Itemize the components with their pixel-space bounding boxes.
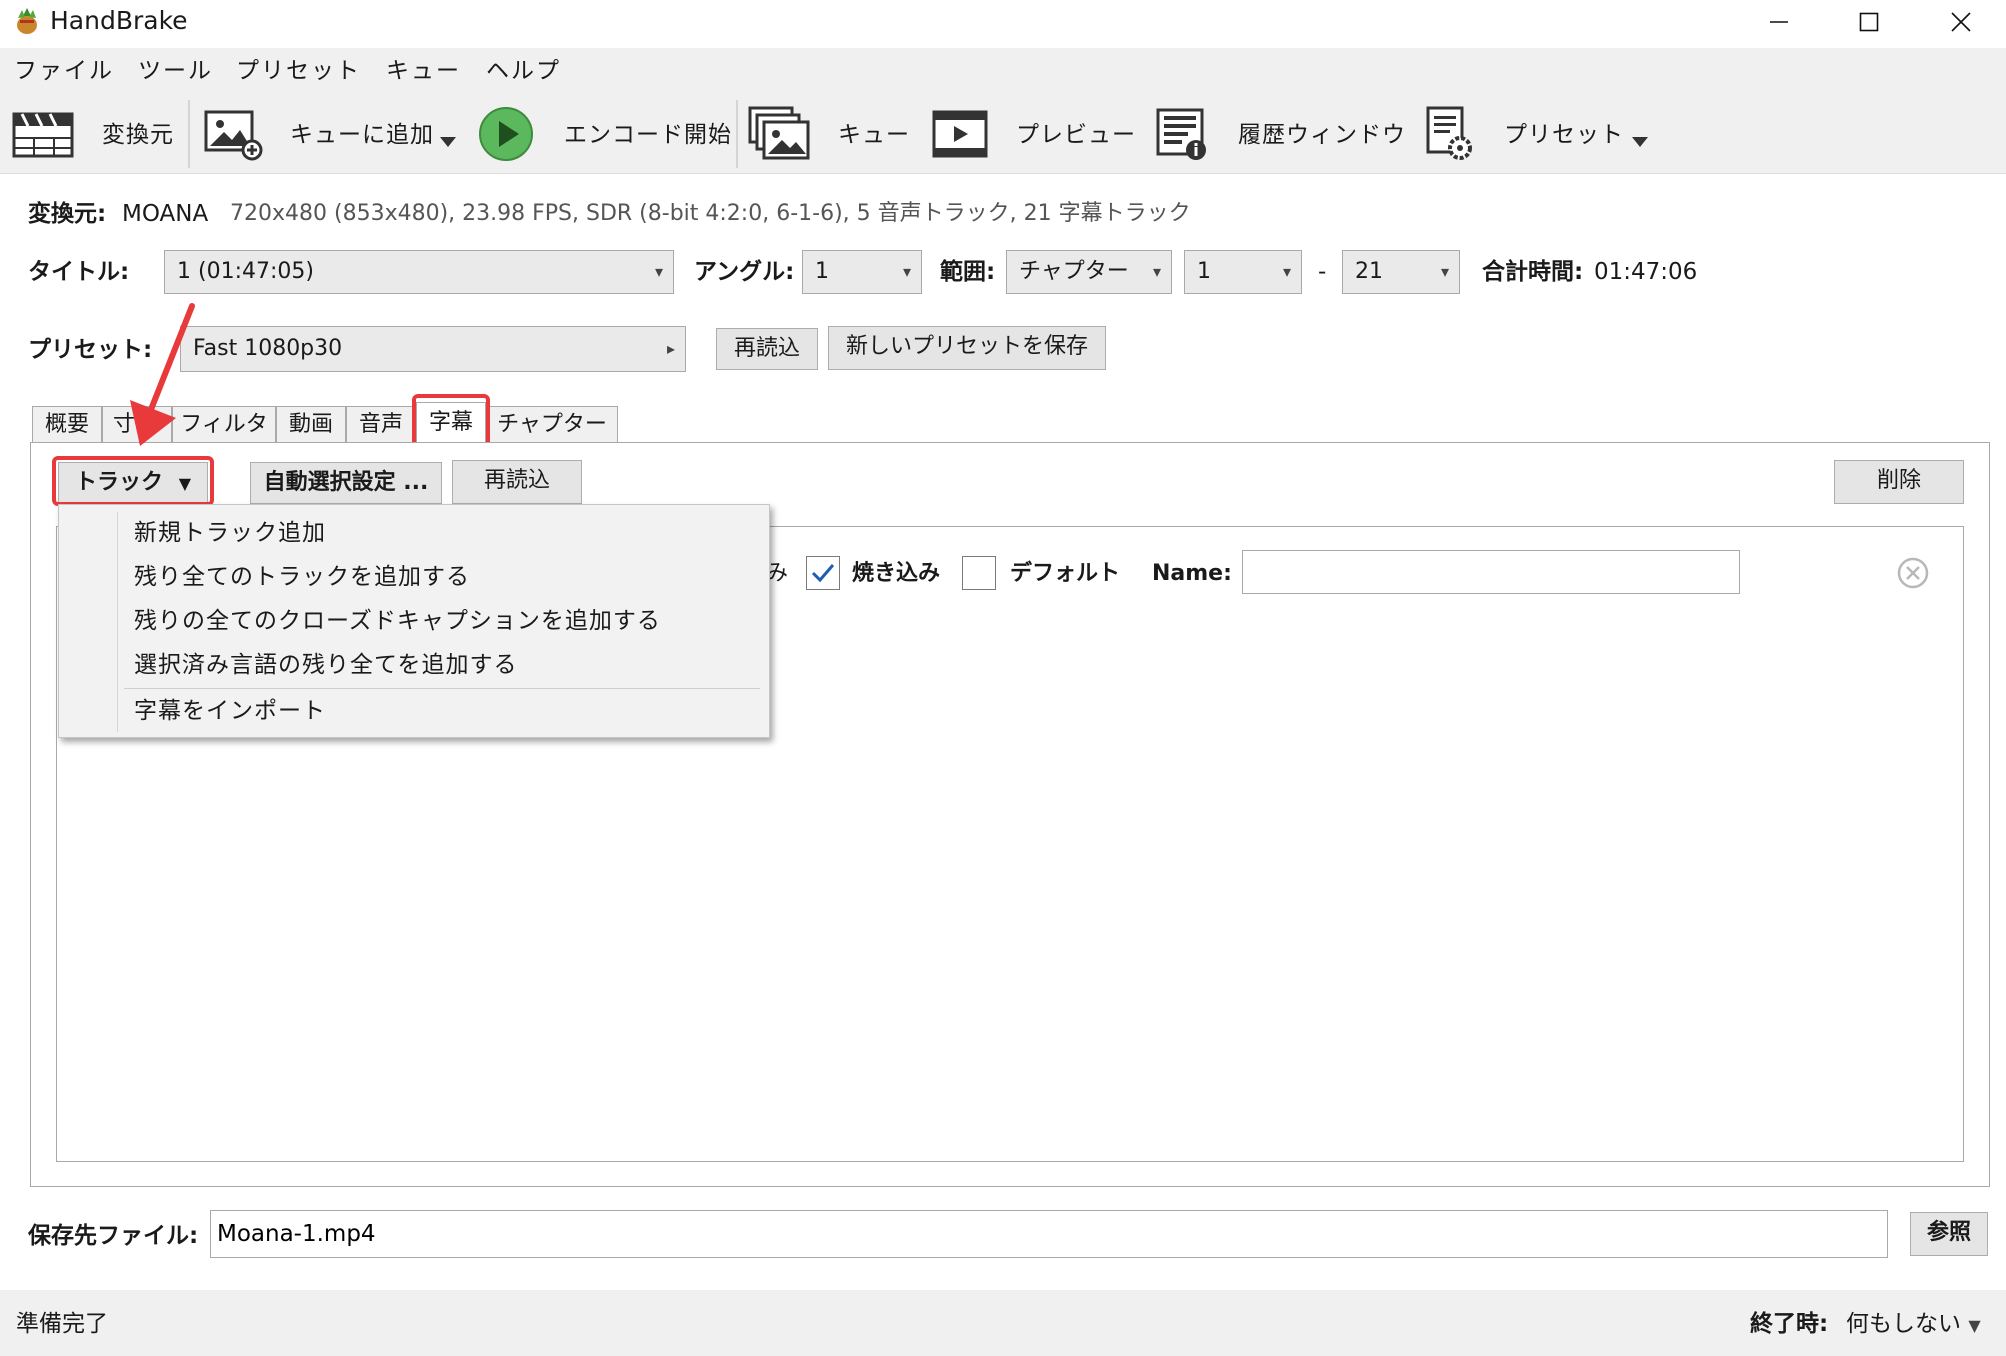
add-to-queue-dropdown-icon[interactable] bbox=[440, 128, 456, 153]
track-name-input[interactable] bbox=[1242, 550, 1740, 594]
presets-dropdown-icon[interactable] bbox=[1632, 128, 1648, 153]
tab-audio[interactable]: 音声 bbox=[346, 406, 416, 444]
presets-button[interactable]: プリセット bbox=[1504, 120, 1624, 150]
remove-all-button[interactable]: 削除 bbox=[1834, 460, 1964, 504]
start-encode-button[interactable]: エンコード開始 bbox=[564, 120, 732, 150]
menu-add-all-closed-captions[interactable]: 残りの全てのクローズドキャプションを追加する bbox=[134, 606, 661, 636]
burn-in-label: 焼き込み bbox=[852, 561, 941, 586]
play-icon[interactable] bbox=[478, 106, 534, 162]
default-label: デフォルト bbox=[1010, 561, 1121, 586]
save-new-preset-button[interactable]: 新しいプリセットを保存 bbox=[828, 326, 1106, 370]
browse-button[interactable]: 参照 bbox=[1910, 1212, 1988, 1256]
close-button[interactable] bbox=[1916, 0, 2006, 44]
chevron-down-icon: ▾ bbox=[1440, 262, 1449, 281]
title-select-value: 1 (01:47:05) bbox=[177, 259, 314, 284]
preset-reload-button[interactable]: 再読込 bbox=[716, 328, 818, 370]
angle-select[interactable]: 1 ▾ bbox=[802, 250, 922, 294]
source-info: 720x480 (853x480), 23.98 FPS, SDR (8-bit… bbox=[230, 201, 1191, 226]
add-to-queue-button[interactable]: キューに追加 bbox=[290, 120, 434, 150]
status-text: 準備完了 bbox=[16, 1311, 108, 1337]
menu-presets[interactable]: プリセット bbox=[236, 56, 361, 86]
title-bar bbox=[0, 0, 2006, 44]
menu-import-subtitles[interactable]: 字幕をインポート bbox=[134, 696, 326, 726]
preview-icon[interactable] bbox=[932, 108, 988, 160]
burn-in-checkbox[interactable] bbox=[806, 556, 840, 590]
queue-button[interactable]: キュー bbox=[838, 120, 910, 150]
dropdown-gutter-line bbox=[117, 512, 118, 732]
menu-queue[interactable]: キュー bbox=[386, 56, 461, 86]
annotation-arrow-icon bbox=[120, 300, 200, 450]
range-type-select[interactable]: チャプター ▾ bbox=[1006, 250, 1172, 294]
window-title: HandBrake bbox=[50, 6, 188, 35]
range-label: 範囲: bbox=[940, 259, 996, 285]
range-start-value: 1 bbox=[1197, 259, 1211, 284]
when-done-label: 終了時: bbox=[1750, 1311, 1829, 1337]
tab-chapters[interactable]: チャプター bbox=[486, 406, 618, 444]
source-button[interactable]: 変換元 bbox=[102, 120, 174, 150]
range-end-select[interactable]: 21 ▾ bbox=[1342, 250, 1460, 294]
subtitles-reload-button[interactable]: 再読込 bbox=[452, 460, 582, 504]
duration-value: 01:47:06 bbox=[1594, 259, 1698, 285]
destination-input[interactable] bbox=[210, 1210, 1888, 1258]
toolbar-separator bbox=[736, 100, 738, 168]
when-done-select[interactable]: 何もしない ▼ bbox=[1846, 1308, 1981, 1342]
menu-add-all-remaining[interactable]: 残り全てのトラックを追加する bbox=[134, 562, 470, 592]
chevron-right-icon: ▸ bbox=[666, 339, 675, 358]
chevron-down-icon: ▾ bbox=[1282, 262, 1291, 281]
remove-track-icon[interactable] bbox=[1896, 556, 1930, 590]
add-to-queue-icon[interactable] bbox=[202, 108, 264, 162]
angle-label: アングル: bbox=[694, 259, 795, 285]
dropdown-separator bbox=[124, 688, 760, 689]
menu-add-new-track[interactable]: 新規トラック追加 bbox=[134, 518, 326, 548]
range-dash: - bbox=[1318, 259, 1327, 285]
chevron-down-icon: ▼ bbox=[1968, 1316, 1981, 1335]
app-logo-icon bbox=[12, 6, 42, 36]
menu-tools[interactable]: ツール bbox=[138, 56, 213, 86]
chevron-down-icon: ▾ bbox=[654, 262, 663, 281]
angle-select-value: 1 bbox=[815, 259, 829, 284]
title-label: タイトル: bbox=[28, 259, 130, 285]
check-icon bbox=[811, 564, 835, 583]
queue-icon[interactable] bbox=[748, 106, 812, 162]
minimize-icon bbox=[1770, 21, 1788, 23]
minimize-button[interactable] bbox=[1734, 0, 1824, 44]
chevron-down-icon: ▾ bbox=[1152, 262, 1161, 281]
toolbar-separator bbox=[188, 100, 190, 168]
preview-button[interactable]: プレビュー bbox=[1016, 120, 1136, 150]
duration-label: 合計時間: bbox=[1482, 259, 1584, 285]
range-end-value: 21 bbox=[1355, 259, 1383, 284]
maximize-button[interactable] bbox=[1824, 0, 1914, 44]
title-select[interactable]: 1 (01:47:05) ▾ bbox=[164, 250, 674, 294]
source-icon[interactable] bbox=[12, 108, 76, 160]
preset-select[interactable]: Fast 1080p30 ▸ bbox=[180, 326, 686, 372]
source-name: MOANA bbox=[122, 201, 209, 227]
chevron-down-icon: ▾ bbox=[902, 262, 911, 281]
track-name-label: Name: bbox=[1152, 561, 1232, 586]
status-bar bbox=[0, 1290, 2006, 1356]
auto-select-button[interactable]: 自動選択設定 ... bbox=[250, 462, 442, 504]
maximize-icon bbox=[1859, 12, 1879, 32]
when-done-value: 何もしない bbox=[1846, 1311, 1961, 1337]
close-icon bbox=[1951, 12, 1971, 32]
menu-help[interactable]: ヘルプ bbox=[486, 56, 561, 86]
activity-window-button[interactable]: 履歴ウィンドウ bbox=[1238, 120, 1406, 150]
default-checkbox[interactable] bbox=[962, 556, 996, 590]
tab-video[interactable]: 動画 bbox=[276, 406, 346, 444]
destination-label: 保存先ファイル: bbox=[28, 1223, 199, 1249]
presets-icon[interactable] bbox=[1424, 106, 1476, 162]
preset-select-value: Fast 1080p30 bbox=[193, 336, 343, 361]
range-start-select[interactable]: 1 ▾ bbox=[1184, 250, 1302, 294]
menu-add-selected-languages[interactable]: 選択済み言語の残り全てを追加する bbox=[134, 650, 518, 680]
tab-summary[interactable]: 概要 bbox=[32, 406, 102, 444]
range-type-value: チャプター bbox=[1019, 259, 1129, 284]
tracks-button-highlight bbox=[52, 456, 214, 506]
source-label: 変換元: bbox=[28, 201, 107, 227]
activity-log-icon[interactable] bbox=[1156, 106, 1208, 162]
menu-file[interactable]: ファイル bbox=[14, 56, 114, 86]
